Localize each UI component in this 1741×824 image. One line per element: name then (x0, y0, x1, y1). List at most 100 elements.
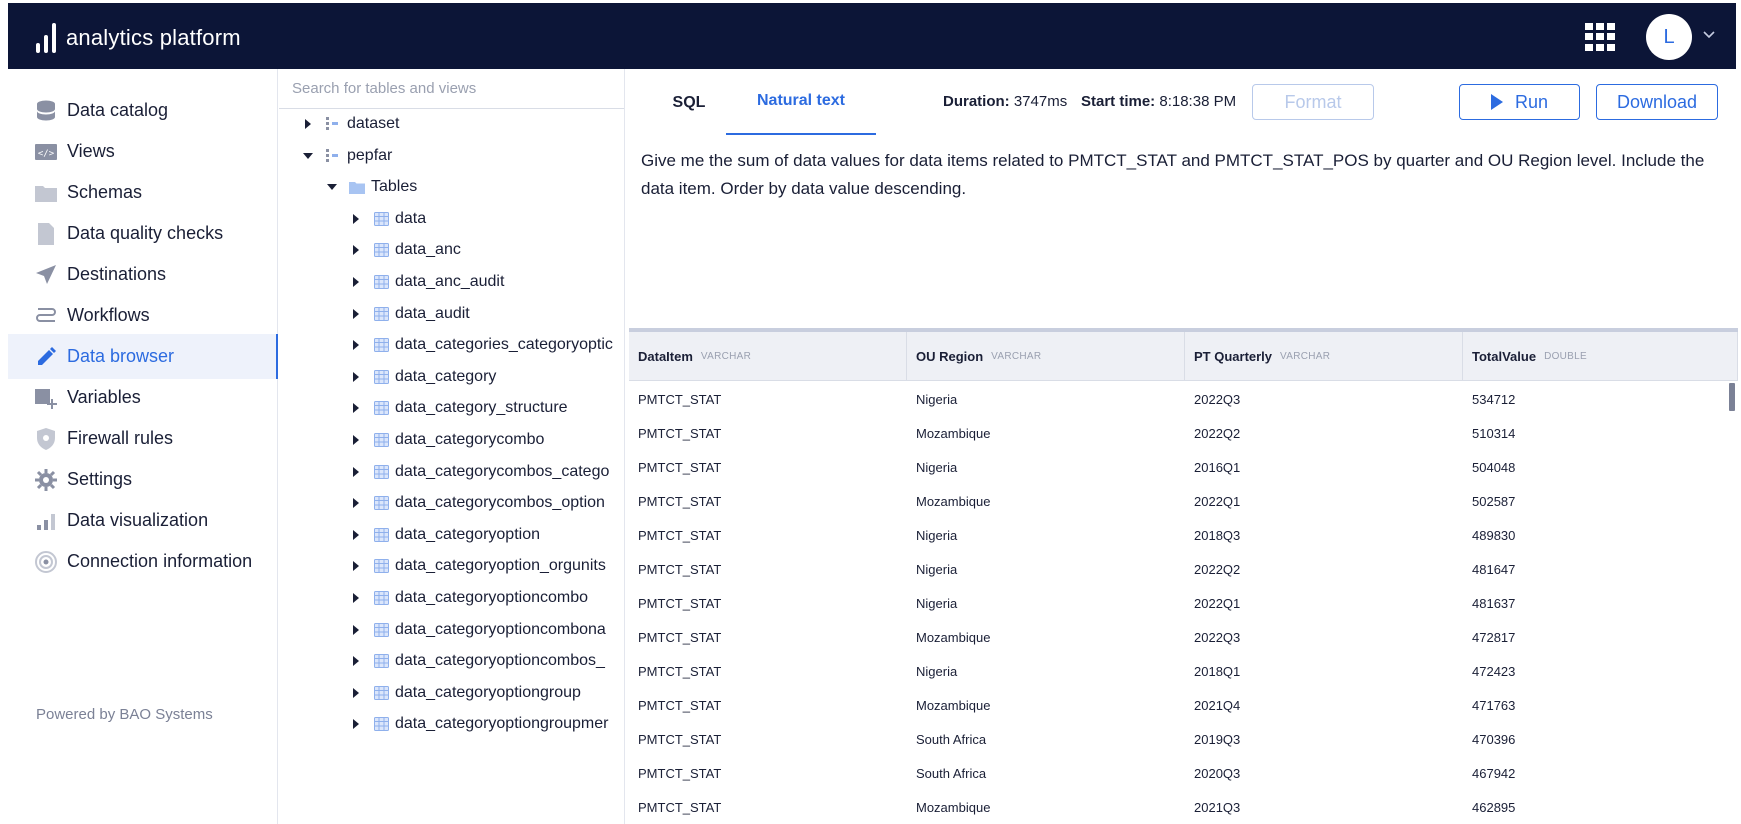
caret-right-icon[interactable] (351, 403, 361, 414)
tree-item-table[interactable]: data_categoryoptiongroupmer (351, 709, 608, 739)
tree-item-table[interactable]: data_category_structure (351, 393, 568, 423)
caret-right-icon[interactable] (351, 593, 361, 603)
sidebar-item-label: Variables (67, 387, 141, 407)
caret-right-icon[interactable] (351, 561, 361, 572)
tree-item-table[interactable]: data_categorycombo (351, 425, 544, 455)
tree-item-table[interactable]: data_categoryoptioncombona (351, 615, 606, 645)
chevron-down-icon[interactable] (1701, 26, 1717, 42)
column-header[interactable]: TotalValue DOUBLE (1463, 332, 1738, 381)
tree-item-table[interactable]: data_categoryoptiongroup (351, 678, 581, 708)
table-row[interactable]: PMTCT_STAT South Africa 2020Q3 467942 (629, 756, 1738, 790)
app-logo[interactable]: analytics platform (36, 17, 241, 53)
sidebar-item-data-browser[interactable]: Data browser (8, 334, 278, 379)
sidebar-item-destinations[interactable]: Destinations (8, 252, 278, 297)
column-header[interactable]: OU Region VARCHAR (907, 332, 1185, 381)
database-icon (34, 99, 58, 123)
table-cell: Mozambique (916, 799, 991, 815)
tree-item-table[interactable]: data_categoryoption_orgunits (351, 551, 606, 581)
tree-item-table[interactable]: data_categorycombos_option (351, 488, 605, 518)
column-name: DataItem (638, 349, 693, 364)
table-row[interactable]: PMTCT_STAT Mozambique 2022Q2 510314 (629, 416, 1738, 450)
table-row[interactable]: PMTCT_STAT Nigeria 2022Q3 534712 (629, 382, 1738, 416)
tree-item-table[interactable]: data_categoryoptioncombo (351, 583, 588, 613)
table-cell: Nigeria (916, 595, 958, 611)
tree-item-table[interactable]: data_categorycombos_catego (351, 457, 609, 487)
table-cell: 2021Q3 (1194, 799, 1241, 815)
caret-right-icon[interactable] (351, 245, 361, 256)
caret-right-icon[interactable] (351, 624, 361, 635)
table-cell: 502587 (1472, 493, 1516, 509)
sidebar-item-data-visualization[interactable]: Data visualization (8, 498, 278, 543)
tab-natural-text[interactable]: Natural text (726, 69, 876, 135)
table-icon (373, 337, 389, 353)
apps-grid-icon[interactable] (1585, 23, 1615, 51)
column-header[interactable]: PT Quarterly VARCHAR (1185, 332, 1463, 381)
tree-item-schema[interactable]: dataset (303, 109, 399, 139)
caret-right-icon[interactable] (351, 687, 361, 698)
tree-item-table[interactable]: data_anc_audit (351, 267, 504, 297)
caret-down-icon[interactable] (327, 182, 337, 192)
tree-item-schema[interactable]: pepfar (303, 141, 392, 171)
sidebar-item-views[interactable]: </> Views (8, 129, 278, 174)
sidebar-item-firewall-rules[interactable]: Firewall rules (8, 416, 278, 461)
caret-right-icon[interactable] (351, 435, 361, 445)
sidebar-item-label: Schemas (67, 182, 143, 202)
caret-right-icon[interactable] (351, 340, 361, 351)
tree-item-table[interactable]: data_category (351, 362, 496, 392)
tree-item-table[interactable]: data_audit (351, 299, 470, 329)
table-row[interactable]: PMTCT_STAT Mozambique 2022Q3 472817 (629, 620, 1738, 654)
sidebar-item-settings[interactable]: Settings (8, 457, 278, 502)
sidebar-item-data-catalog[interactable]: Data catalog (8, 88, 278, 133)
run-button[interactable]: Run (1459, 84, 1580, 120)
sidebar-item-connection-information[interactable]: Connection information (8, 539, 278, 584)
table-row[interactable]: PMTCT_STAT Nigeria 2022Q2 481647 (629, 552, 1738, 586)
sidebar-item-label: Views (67, 141, 115, 161)
table-icon (373, 432, 389, 448)
caret-right-icon[interactable] (351, 498, 361, 509)
tree-item-table[interactable]: data_categories_categoryoptic (351, 330, 613, 360)
tree-item-table[interactable]: data_categoryoption (351, 520, 540, 550)
column-header[interactable]: DataItem VARCHAR (629, 332, 907, 381)
tree-item-table[interactable]: data_categoryoptioncombos_ (351, 646, 605, 676)
caret-right-icon[interactable] (303, 119, 313, 129)
tree-item-table[interactable]: data (351, 204, 426, 234)
table-cell: 2022Q2 (1194, 561, 1241, 577)
table-row[interactable]: PMTCT_STAT Nigeria 2018Q3 489830 (629, 518, 1738, 552)
avatar[interactable]: L (1646, 14, 1692, 60)
caret-right-icon[interactable] (351, 371, 361, 382)
caret-right-icon[interactable] (351, 529, 361, 540)
table-icon (373, 622, 389, 638)
table-row[interactable]: PMTCT_STAT Nigeria 2016Q1 504048 (629, 450, 1738, 484)
sidebar-item-variables[interactable]: Variables (8, 375, 278, 420)
format-button[interactable]: Format (1252, 84, 1374, 120)
tree-item-label: data_categoryoption_orgunits (395, 557, 606, 575)
tree-item-label: data_anc (395, 241, 461, 259)
caret-right-icon[interactable] (351, 277, 361, 287)
caret-down-icon[interactable] (303, 151, 313, 161)
table-cell: PMTCT_STAT (638, 493, 722, 509)
table-icon (373, 495, 389, 511)
tree-item-folder[interactable]: Tables (327, 172, 417, 202)
download-button[interactable]: Download (1596, 84, 1718, 120)
table-row[interactable]: PMTCT_STAT Mozambique 2021Q4 471763 (629, 688, 1738, 722)
scrollbar[interactable] (1729, 383, 1735, 411)
search-input[interactable] (292, 69, 612, 107)
sidebar-item-workflows[interactable]: Workflows (8, 293, 278, 338)
caret-right-icon[interactable] (351, 719, 361, 730)
caret-right-icon[interactable] (351, 308, 361, 319)
query-text-editor[interactable]: Give me the sum of data values for data … (641, 147, 1731, 203)
caret-right-icon[interactable] (351, 466, 361, 477)
table-row[interactable]: PMTCT_STAT Nigeria 2018Q1 472423 (629, 654, 1738, 688)
tree-item-table[interactable]: data_anc (351, 235, 461, 265)
sidebar-item-schemas[interactable]: Schemas (8, 170, 278, 215)
table-row[interactable]: PMTCT_STAT Mozambique 2022Q1 502587 (629, 484, 1738, 518)
table-row[interactable]: PMTCT_STAT Mozambique 2021Q3 462895 (629, 790, 1738, 824)
caret-right-icon[interactable] (351, 213, 361, 224)
caret-right-icon[interactable] (351, 656, 361, 667)
start-time-value: 8:18:38 PM (1159, 93, 1237, 110)
table-row[interactable]: PMTCT_STAT South Africa 2019Q3 470396 (629, 722, 1738, 756)
table-cell: 471763 (1472, 697, 1516, 713)
table-row[interactable]: PMTCT_STAT Nigeria 2022Q1 481637 (629, 586, 1738, 620)
sidebar-item-data-quality-checks[interactable]: Data quality checks (8, 211, 278, 256)
run-button-label: Run (1514, 91, 1549, 112)
